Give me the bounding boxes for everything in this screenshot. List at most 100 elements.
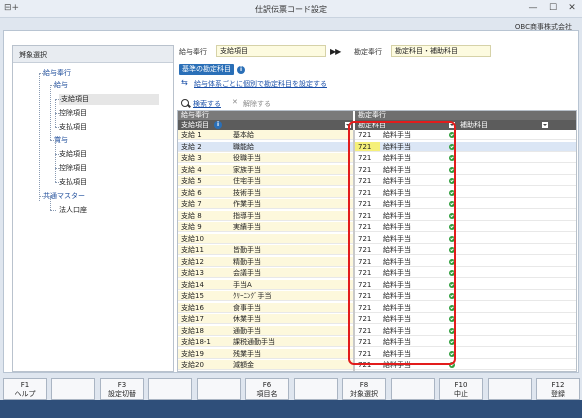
account-name-cell[interactable]: 給料手当 xyxy=(380,130,448,140)
account-code-cell[interactable]: 721 xyxy=(355,279,380,290)
item-code-cell[interactable]: 支給11 xyxy=(178,245,230,255)
target-field[interactable]: 勘定科目・補助科目 xyxy=(391,45,491,57)
account-name-cell[interactable]: 給料手当 xyxy=(380,222,448,232)
table-row[interactable]: 支給 1 基本給 721 給料手当 xyxy=(178,130,576,140)
account-code-cell[interactable]: 721 xyxy=(355,187,380,198)
account-code-cell[interactable]: 721 xyxy=(355,256,380,267)
item-code-cell[interactable]: 支給 8 xyxy=(178,210,230,221)
account-code-cell[interactable]: 721 xyxy=(355,130,380,140)
account-name-cell[interactable]: 給料手当 xyxy=(380,279,448,290)
maximize-button[interactable]: ☐ xyxy=(546,2,560,15)
item-code-cell[interactable]: 支給20 xyxy=(178,360,230,370)
filter-dropdown-icon[interactable] xyxy=(542,122,548,128)
sub-account-cell[interactable] xyxy=(457,222,576,232)
table-row[interactable]: 支給18-1 課税通勤手当 721 給料手当 xyxy=(178,337,576,347)
fkey-button-f10[interactable]: F10 中止 xyxy=(439,378,483,400)
sub-account-cell[interactable] xyxy=(457,141,576,152)
item-code-cell[interactable]: 支給 3 xyxy=(178,153,230,163)
sub-account-cell[interactable] xyxy=(457,325,576,336)
table-row[interactable]: 支給18 通勤手当 721 給料手当 xyxy=(178,325,576,336)
item-name-cell[interactable]: ｸﾘｰﾆﾝｸﾞ手当 xyxy=(230,291,353,301)
table-row[interactable]: 支給14 手当A 721 給料手当 xyxy=(178,279,576,290)
account-name-cell[interactable]: 給料手当 xyxy=(380,337,448,347)
sub-account-cell[interactable] xyxy=(457,291,576,301)
item-name-cell[interactable]: 食事手当 xyxy=(230,302,353,313)
tree-item[interactable]: 控除項目 xyxy=(59,163,87,174)
item-name-cell[interactable]: 住宅手当 xyxy=(230,176,353,186)
account-code-cell[interactable]: 721 xyxy=(355,268,380,278)
item-code-cell[interactable]: 支給 5 xyxy=(178,176,230,186)
account-code-cell[interactable]: 721 xyxy=(355,233,380,244)
account-name-cell[interactable]: 給料手当 xyxy=(380,302,448,313)
filter-dropdown-icon[interactable] xyxy=(345,122,351,128)
item-code-cell[interactable]: 支給18 xyxy=(178,325,230,336)
table-row[interactable]: 支給 4 家族手当 721 給料手当 xyxy=(178,164,576,175)
account-name-cell[interactable]: 給料手当 xyxy=(380,141,448,152)
sub-account-cell[interactable] xyxy=(457,164,576,175)
tree-group[interactable]: 賞与 xyxy=(54,135,68,146)
table-row[interactable]: 支給13 会議手当 721 給料手当 xyxy=(178,268,576,278)
item-code-cell[interactable]: 支給19 xyxy=(178,348,230,359)
account-code-cell[interactable]: 721 xyxy=(355,176,380,186)
sub-account-cell[interactable] xyxy=(457,130,576,140)
tree-item[interactable]: 支給項目 xyxy=(59,94,159,105)
sub-account-cell[interactable] xyxy=(457,279,576,290)
item-code-cell[interactable]: 支給15 xyxy=(178,291,230,301)
table-row[interactable]: 支給19 残業手当 721 給料手当 xyxy=(178,348,576,359)
account-code-cell[interactable]: 721 xyxy=(355,337,380,347)
individual-setting-link[interactable]: 給与体系ごとに個別で勘定科目を設定する xyxy=(194,79,327,89)
account-name-cell[interactable]: 給料手当 xyxy=(380,360,448,370)
minimize-button[interactable]: — xyxy=(526,2,540,15)
filter-dropdown-icon[interactable] xyxy=(449,122,455,128)
account-code-cell[interactable]: 721 xyxy=(355,210,380,221)
sub-account-cell[interactable] xyxy=(457,268,576,278)
tree-item[interactable]: 支払項目 xyxy=(59,177,87,188)
item-name-cell[interactable]: 通勤手当 xyxy=(230,325,353,336)
sub-account-cell[interactable] xyxy=(457,314,576,324)
item-code-cell[interactable]: 支給 6 xyxy=(178,187,230,198)
item-code-cell[interactable]: 支給 9 xyxy=(178,222,230,232)
column-header-item[interactable]: 支給項目 i xyxy=(178,120,353,130)
info-icon[interactable]: i xyxy=(237,66,245,74)
fkey-button-empty[interactable] xyxy=(148,378,192,400)
fkey-button-f8[interactable]: F8 対象選択 xyxy=(342,378,386,400)
account-name-cell[interactable]: 給料手当 xyxy=(380,325,448,336)
account-name-cell[interactable]: 給料手当 xyxy=(380,348,448,359)
item-code-cell[interactable]: 支給10 xyxy=(178,233,230,244)
account-name-cell[interactable]: 給料手当 xyxy=(380,210,448,221)
tree-group[interactable]: 給与奉行 xyxy=(43,68,71,79)
item-name-cell[interactable]: 皆勤手当 xyxy=(230,245,353,255)
item-name-cell[interactable]: 減額金 xyxy=(230,360,353,370)
account-name-cell[interactable]: 給料手当 xyxy=(380,153,448,163)
account-code-cell[interactable]: 721 xyxy=(355,245,380,255)
sub-account-cell[interactable] xyxy=(457,233,576,244)
item-code-cell[interactable]: 支給12 xyxy=(178,256,230,267)
clear-link[interactable]: 解除する xyxy=(243,99,271,109)
account-code-cell[interactable]: 721 xyxy=(355,199,380,209)
sub-account-cell[interactable] xyxy=(457,245,576,255)
table-row[interactable]: 支給20 減額金 721 給料手当 xyxy=(178,360,576,370)
table-row[interactable]: 支給17 休業手当 721 給料手当 xyxy=(178,314,576,324)
item-name-cell[interactable]: 会議手当 xyxy=(230,268,353,278)
sub-account-cell[interactable] xyxy=(457,302,576,313)
account-code-cell[interactable]: 721 xyxy=(355,153,380,163)
account-name-cell[interactable]: 給料手当 xyxy=(380,233,448,244)
item-name-cell[interactable]: 役職手当 xyxy=(230,153,353,163)
item-code-cell[interactable]: 支給13 xyxy=(178,268,230,278)
item-name-cell[interactable]: 課税通勤手当 xyxy=(230,337,353,347)
table-row[interactable]: 支給 3 役職手当 721 給料手当 xyxy=(178,153,576,163)
item-code-cell[interactable]: 支給14 xyxy=(178,279,230,290)
sub-account-cell[interactable] xyxy=(457,199,576,209)
table-row[interactable]: 支給15 ｸﾘｰﾆﾝｸﾞ手当 721 給料手当 xyxy=(178,291,576,301)
fkey-button-f1[interactable]: F1 ヘルプ xyxy=(3,378,47,400)
item-name-cell[interactable]: 家族手当 xyxy=(230,164,353,175)
account-name-cell[interactable]: 給料手当 xyxy=(380,291,448,301)
table-row[interactable]: 支給 7 作業手当 721 給料手当 xyxy=(178,199,576,209)
info-icon[interactable]: i xyxy=(214,121,222,129)
column-header-account[interactable]: 勘定科目 xyxy=(355,120,457,130)
sub-account-cell[interactable] xyxy=(457,348,576,359)
item-code-cell[interactable]: 支給 7 xyxy=(178,199,230,209)
account-code-cell[interactable]: 721 xyxy=(355,222,380,232)
item-name-cell[interactable]: 実績手当 xyxy=(230,222,353,232)
item-name-cell[interactable]: 職能給 xyxy=(230,141,353,152)
